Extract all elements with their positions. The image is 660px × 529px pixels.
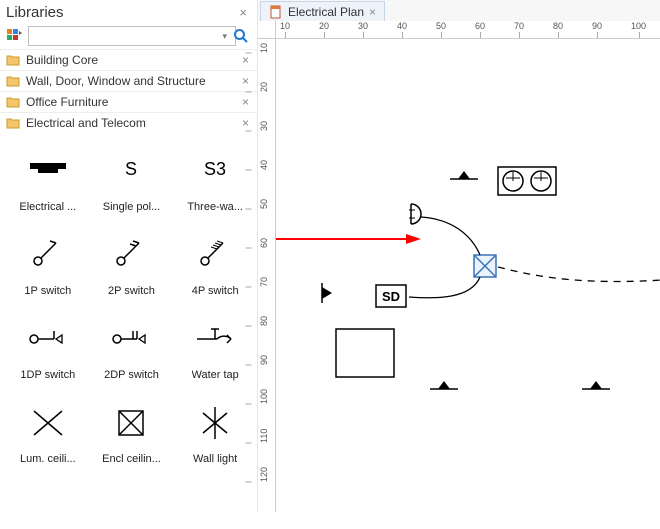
sw4-icon [184, 229, 246, 277]
ruler-tick: 20 [319, 21, 329, 31]
search-input[interactable] [28, 26, 236, 46]
shape-item[interactable]: Electrical ... [6, 139, 90, 219]
shape-label: Electrical ... [19, 201, 76, 213]
ruler-tick: 90 [259, 355, 269, 365]
shape-item[interactable]: Water tap [173, 307, 257, 387]
folder-icon [6, 74, 20, 88]
ruler-tick: 110 [259, 429, 269, 443]
shape-label: 2DP switch [104, 369, 159, 381]
svg-text:S3: S3 [204, 159, 226, 179]
xbox-icon [100, 397, 162, 445]
shape-label: Wall light [193, 453, 237, 465]
shape-item[interactable]: S Single pol... [90, 139, 174, 219]
ruler-tick: 100 [259, 389, 269, 404]
ruler-origin [258, 21, 276, 39]
shape-label: Single pol... [103, 201, 160, 213]
folder-icon [6, 116, 20, 130]
ruler-tick: 70 [259, 277, 269, 287]
folder-icon [6, 95, 20, 109]
category-close-button[interactable]: × [240, 53, 251, 67]
category-close-button[interactable]: × [240, 95, 251, 109]
ruler-tick: 50 [436, 21, 446, 31]
shape-label: Water tap [192, 369, 239, 381]
shape-label: 2P switch [108, 285, 155, 297]
electrical-icon [17, 145, 79, 193]
drawing-canvas[interactable]: SD [276, 39, 660, 512]
ruler-tick: 90 [592, 21, 602, 31]
ruler-tick: 10 [280, 21, 290, 31]
ruler-tick: 70 [514, 21, 524, 31]
text-s3-icon: S3 [184, 145, 246, 193]
category-label: Electrical and Telecom [26, 116, 234, 130]
svg-text:S: S [125, 159, 137, 179]
category-label: Building Core [26, 53, 234, 67]
category-office-furniture[interactable]: Office Furniture × [0, 91, 257, 112]
tab-bar: Electrical Plan × [258, 0, 660, 21]
text-s-icon: S [100, 145, 162, 193]
ruler-tick: 30 [259, 121, 269, 131]
xplain-icon [17, 397, 79, 445]
panel-close-button[interactable]: × [237, 5, 249, 20]
libraries-panel: Libraries × ▾ Building Core × Wall, Door… [0, 0, 258, 512]
ruler-tick: 30 [358, 21, 368, 31]
ruler-tick: 40 [259, 160, 269, 170]
ruler-tick: 120 [259, 467, 269, 482]
shape-label: Encl ceilin... [102, 453, 161, 465]
dp2-icon [100, 313, 162, 361]
category-label: Office Furniture [26, 95, 234, 109]
tab-electrical-plan[interactable]: Electrical Plan × [260, 1, 385, 21]
shape-label: 1DP switch [20, 369, 75, 381]
shape-item[interactable]: 2P switch [90, 223, 174, 303]
ruler-tick: 80 [553, 21, 563, 31]
category-close-button[interactable]: × [240, 74, 251, 88]
sw1-icon [17, 229, 79, 277]
xline-icon [184, 397, 246, 445]
svg-text:SD: SD [382, 289, 400, 304]
ruler-tick: 10 [259, 43, 269, 53]
folder-icon [6, 53, 20, 67]
ruler-tick: 100 [631, 21, 646, 31]
shape-item[interactable]: 4P switch [173, 223, 257, 303]
file-icon [269, 5, 283, 19]
shape-label: 4P switch [192, 285, 239, 297]
ruler-tick: 50 [259, 199, 269, 209]
shape-list[interactable]: Electrical ... S Single pol... S3 Three-wa..… [0, 133, 257, 512]
ruler-tick: 20 [259, 82, 269, 92]
category-label: Wall, Door, Window and Structure [26, 74, 234, 88]
shape-item[interactable]: Encl ceilin... [90, 391, 174, 471]
shape-label: 1P switch [24, 285, 71, 297]
ruler-tick: 60 [475, 21, 485, 31]
category-building-core[interactable]: Building Core × [0, 49, 257, 70]
tap-icon [184, 313, 246, 361]
shape-item[interactable]: Wall light [173, 391, 257, 471]
shape-item[interactable]: Lum. ceili... [6, 391, 90, 471]
category-close-button[interactable]: × [240, 116, 251, 130]
sw2-icon [100, 229, 162, 277]
ruler-vertical: 10 20 30 40 50 60 70 80 90 100 110 120 [258, 39, 276, 512]
category-wall-door-window[interactable]: Wall, Door, Window and Structure × [0, 70, 257, 91]
tab-label: Electrical Plan [288, 5, 364, 19]
ruler-tick: 80 [259, 316, 269, 326]
ruler-tick: 40 [397, 21, 407, 31]
shape-item[interactable]: 2DP switch [90, 307, 174, 387]
panel-title: Libraries [6, 4, 64, 21]
library-menu-icon[interactable] [6, 27, 24, 45]
shape-label: Lum. ceili... [20, 453, 76, 465]
search-button[interactable] [231, 26, 251, 46]
ruler-horizontal: 10 20 30 40 50 60 70 80 90 100 [276, 21, 660, 39]
category-electrical-telecom[interactable]: Electrical and Telecom × [0, 112, 257, 133]
shape-label: Three-wa... [187, 201, 243, 213]
dp1-icon [17, 313, 79, 361]
shape-item[interactable]: S3 Three-wa... [173, 139, 257, 219]
shape-item[interactable]: 1P switch [6, 223, 90, 303]
ruler-tick: 60 [259, 238, 269, 248]
shape-item[interactable]: 1DP switch [6, 307, 90, 387]
tab-close-button[interactable]: × [369, 5, 376, 19]
